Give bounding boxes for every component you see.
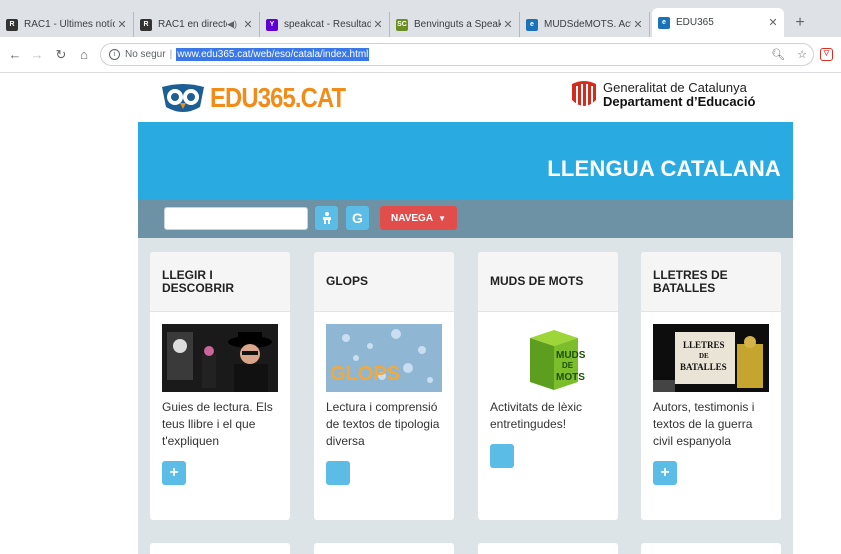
close-tab-icon[interactable]: ✕ [241, 18, 255, 31]
card-muds-de-mots[interactable]: MUDS DE MOTS MUDS DE MOTS Activitats de … [478, 252, 618, 520]
address-bar[interactable]: i No segur | www.edu365.cat/web/eso/cata… [100, 43, 814, 66]
speaker-icon[interactable]: ◀) [227, 19, 237, 30]
edu-favicon-icon: e [526, 18, 538, 31]
tab-title: speakcat - Resultado [284, 19, 371, 30]
tab-title: Benvinguts a SpeakC [414, 19, 501, 30]
section-banner: LLENGUA CATALANA [138, 122, 793, 199]
gencat-line1: Generalitat de Catalunya [603, 80, 747, 95]
edu-favicon-icon: e [658, 16, 670, 29]
card-description: Guies de lectura. Els teus llibre i el q… [162, 400, 273, 448]
info-icon[interactable]: i [109, 49, 120, 60]
owl-logo-icon [162, 84, 204, 112]
navega-dropdown-button[interactable]: NAVEGA ▼ [380, 206, 457, 230]
expand-button[interactable]: + [162, 461, 186, 485]
reload-icon[interactable]: ↻ [52, 46, 70, 64]
card-partial[interactable] [478, 543, 618, 554]
browser-toolbar: ← → ↻ ⌂ i No segur | www.edu365.cat/web/… [0, 37, 841, 73]
close-tab-icon[interactable]: ✕ [766, 16, 780, 29]
card-partial[interactable] [150, 543, 290, 554]
expand-button[interactable] [490, 444, 514, 468]
close-tab-icon[interactable]: ✕ [631, 18, 645, 31]
bookmark-star-icon[interactable]: ☆ [797, 48, 807, 61]
tab-edu365[interactable]: e EDU365 ✕ [652, 8, 784, 37]
tab-speakcat-results[interactable]: Y speakcat - Resultado ✕ [260, 12, 390, 37]
expand-button[interactable]: + [653, 461, 677, 485]
rac1-favicon-icon: R [140, 18, 152, 31]
lletres-line3: BATALLES [680, 362, 727, 372]
tab-title: RAC1 - Últimes notíc [24, 19, 115, 30]
card-description: Autors, testimonis i textos de la guerra… [653, 400, 755, 448]
glops-image-text: GLOPS [330, 363, 400, 385]
back-arrow-icon[interactable]: ← [6, 46, 24, 64]
tab-mudsdemots[interactable]: e MUDSdeMOTS. Activ ✕ [520, 12, 650, 37]
lletres-line1: LLETRES [683, 340, 725, 350]
rac1-favicon-icon: R [6, 18, 18, 31]
muds-line3: MOTS [556, 372, 585, 383]
gencat-flag-icon [572, 81, 596, 106]
card-title[interactable]: MUDS DE MOTS [478, 252, 618, 312]
glops-image[interactable]: GLOPS [326, 324, 442, 392]
tab-rac1-directe[interactable]: R RAC1 en directe ◀) ✕ [134, 12, 260, 37]
security-label[interactable]: No segur [125, 49, 166, 60]
browser-tab-bar: R RAC1 - Últimes notíc ✕ R RAC1 en direc… [0, 0, 841, 37]
card-glops[interactable]: GLOPS GLOPS Lectura i comprensió de text… [314, 252, 454, 520]
tab-title: MUDSdeMOTS. Activ [544, 19, 631, 30]
lletres-line2: DE [699, 352, 709, 360]
search-input[interactable] [164, 207, 308, 230]
forward-arrow-icon[interactable]: → [28, 46, 46, 64]
card-lletres-de-batalles[interactable]: LLETRES DE BATALLES LLETRES DE BATALLES … [641, 252, 781, 520]
caret-down-icon: ▼ [438, 213, 446, 223]
separator: | [169, 49, 173, 60]
sc-favicon-icon: SC [396, 18, 408, 31]
card-partial[interactable] [641, 543, 781, 554]
home-icon[interactable]: ⌂ [75, 46, 93, 64]
logo-text: EDU365.CAT [210, 82, 346, 113]
card-description: Activitats de lèxic entretingudes! [490, 400, 583, 431]
pocket-extension-icon[interactable]: ▽ [820, 48, 833, 61]
tab-title: RAC1 en directe [158, 19, 228, 30]
tab-rac1-ultimes[interactable]: R RAC1 - Últimes notíc ✕ [0, 12, 134, 37]
yahoo-favicon-icon: Y [266, 18, 278, 31]
card-description: Lectura i comprensió de textos de tipolo… [326, 400, 440, 448]
muds-line1: MUDS [556, 350, 586, 361]
tab-title: EDU365 [676, 17, 714, 28]
card-title[interactable]: LLEGIR I DESCOBRIR [150, 252, 290, 312]
page-title: LLENGUA CATALANA [547, 156, 781, 181]
tab-speakcat[interactable]: SC Benvinguts a SpeakC ✕ [390, 12, 520, 37]
url-text[interactable]: www.edu365.cat/web/eso/catala/index.html [176, 48, 370, 61]
google-icon: G [352, 210, 363, 226]
llegir-descobrir-image[interactable] [162, 324, 278, 392]
close-tab-icon[interactable]: ✕ [371, 18, 385, 31]
gencat-logo[interactable]: Generalitat de Catalunya Departament d’E… [571, 80, 755, 110]
lletres-de-batalles-image[interactable]: LLETRES DE BATALLES [653, 324, 769, 392]
expand-button[interactable] [326, 461, 350, 485]
gencat-line2: Departament d’Educació [603, 94, 756, 109]
cards-area: LLEGIR I DESCOBRIR Guies de lectura. Els… [138, 238, 793, 554]
site-toolbar: G NAVEGA ▼ [138, 199, 793, 238]
accessibility-button[interactable] [315, 206, 338, 230]
card-title[interactable]: GLOPS [314, 252, 454, 312]
muds-line2: DE [562, 361, 574, 370]
card-title[interactable]: LLETRES DE BATALLES [641, 252, 781, 312]
google-search-button[interactable]: G [346, 206, 369, 230]
navega-label: NAVEGA [391, 212, 434, 224]
zoom-icon[interactable]: 🔍︎ [771, 48, 785, 61]
people-icon [322, 212, 331, 224]
close-tab-icon[interactable]: ✕ [501, 18, 515, 31]
new-tab-button[interactable]: + [790, 14, 810, 32]
card-llegir-descobrir[interactable]: LLEGIR I DESCOBRIR Guies de lectura. Els… [150, 252, 290, 520]
close-tab-icon[interactable]: ✕ [115, 18, 129, 31]
muds-de-mots-image[interactable]: MUDS DE MOTS [490, 324, 606, 392]
edu365-logo[interactable]: EDU365.CAT [160, 80, 369, 116]
card-partial[interactable] [314, 543, 454, 554]
